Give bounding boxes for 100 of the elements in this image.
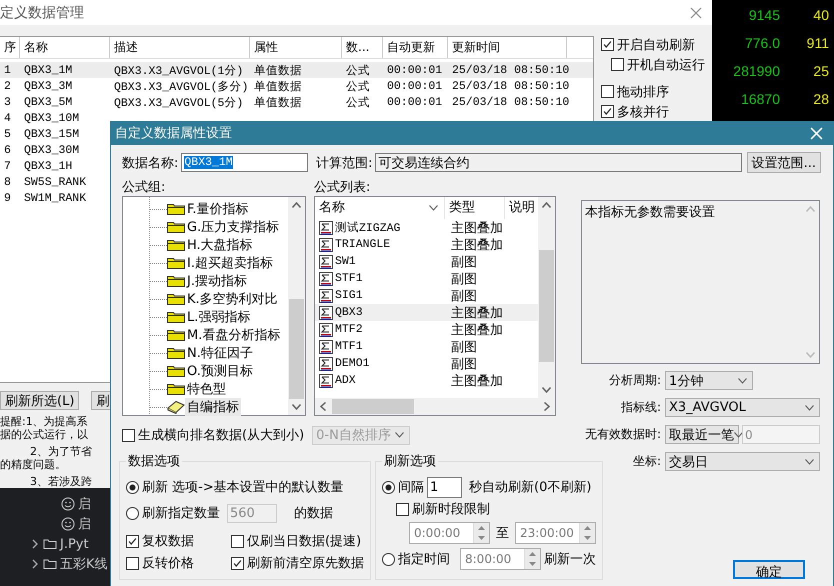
tree-item[interactable]: 五彩K线 xyxy=(60,555,108,573)
tree-item[interactable]: K.多空势利对比 xyxy=(185,290,280,308)
tree-item[interactable]: 特色型 xyxy=(185,380,228,398)
radio-button[interactable] xyxy=(382,480,395,494)
column-header[interactable]: 更新时间 xyxy=(448,37,567,58)
checkbox[interactable] xyxy=(231,534,244,548)
spin-down-icon[interactable] xyxy=(474,533,489,543)
formula-row[interactable]: DEMO1 副图 xyxy=(315,355,538,372)
tree-item[interactable]: 启 xyxy=(78,495,91,513)
spin-up-icon[interactable] xyxy=(525,549,540,559)
table-cell-text: 公式 xyxy=(345,96,371,110)
fallback-dropdown[interactable]: 取最近一笔 xyxy=(665,425,739,444)
folder-icon xyxy=(167,275,185,287)
folder-icon xyxy=(167,329,185,341)
checkbox[interactable] xyxy=(126,534,139,548)
table-cell-text: QBX3.X3_AVGVOL(1分) xyxy=(113,64,244,78)
refresh-button[interactable]: 刷新所选(L) xyxy=(0,391,80,410)
time-field[interactable]: 23:00:00 xyxy=(515,522,596,544)
option-label: 秒自动刷新(0不刷新) xyxy=(469,479,592,496)
tree-item[interactable]: H.大盘指标 xyxy=(185,236,255,254)
chevron-icon[interactable] xyxy=(30,539,40,549)
chevron-icon[interactable] xyxy=(30,559,40,569)
formula-row[interactable]: TRIANGLE 主图叠加 xyxy=(315,236,538,253)
tree-item[interactable]: I.超买超卖指标 xyxy=(185,254,275,272)
checkbox[interactable] xyxy=(611,58,624,71)
formula-row[interactable]: SIG1 副图 xyxy=(315,287,538,304)
spin-up-icon[interactable] xyxy=(580,523,595,533)
table-cell-text: 公式 xyxy=(345,64,371,78)
set-range-button[interactable]: 设置范围... xyxy=(746,152,821,173)
tree-item[interactable]: J.Pyt xyxy=(60,536,89,552)
table-cell-text: QBX3_3M xyxy=(23,80,74,92)
checkbox[interactable] xyxy=(601,38,614,51)
formula-type: 主图叠加 xyxy=(450,220,504,236)
field-label: 分析周期: xyxy=(608,372,661,389)
caret-icon xyxy=(738,378,747,384)
formula-row[interactable]: STF1 副图 xyxy=(315,270,538,287)
checkbox[interactable] xyxy=(231,556,244,570)
checkbox[interactable] xyxy=(126,556,139,570)
formula-row[interactable]: 测试ZIGZAG 主图叠加 xyxy=(315,219,538,236)
column-header[interactable]: 数... xyxy=(342,37,383,58)
table-cell-text: QBX3.X3_AVGVOL(多分) xyxy=(113,80,250,94)
formula-type: 副图 xyxy=(450,338,478,356)
radio-button[interactable] xyxy=(126,480,139,494)
tree-item[interactable]: F.量价指标 xyxy=(185,200,251,218)
formula-icon xyxy=(319,272,333,286)
tree-item[interactable]: L.强弱指标 xyxy=(185,308,252,326)
interval-field[interactable]: 1 xyxy=(427,476,462,498)
spin-down-icon[interactable] xyxy=(525,559,540,569)
scrollbar[interactable] xyxy=(315,398,555,415)
formula-row[interactable]: ADX 主图叠加 xyxy=(315,372,538,389)
checkbox[interactable] xyxy=(396,502,409,516)
setting-dropdown[interactable]: 交易日 xyxy=(665,452,820,471)
tree-item[interactable]: 启 xyxy=(78,515,91,533)
close-icon[interactable] xyxy=(690,6,702,18)
column-header[interactable]: 名称 xyxy=(315,197,445,219)
column-header[interactable]: 描述 xyxy=(110,37,250,58)
tree-item[interactable]: O.预测目标 xyxy=(185,362,255,380)
folder-icon xyxy=(43,537,57,551)
scrollbar[interactable] xyxy=(288,197,305,415)
smiley-icon xyxy=(61,517,75,531)
formula-row[interactable]: MTF2 主图叠加 xyxy=(315,321,538,338)
checkbox[interactable] xyxy=(601,105,614,118)
column-header[interactable]: 说明 xyxy=(505,197,535,219)
formula-row[interactable]: MTF1 副图 xyxy=(315,338,538,355)
radio-button[interactable] xyxy=(382,552,395,566)
formula-icon xyxy=(319,374,333,388)
formula-row[interactable]: QBX3 主图叠加 xyxy=(315,304,538,321)
tree-item[interactable]: M.看盘分析指标 xyxy=(185,326,282,344)
spin-down-icon[interactable] xyxy=(580,533,595,543)
column-header[interactable]: 自动更新 xyxy=(383,37,448,58)
setting-dropdown[interactable]: X3_AVGVOL xyxy=(665,398,820,417)
formula-name: SW1 xyxy=(335,255,356,268)
tree-item[interactable]: G.压力支撑指标 xyxy=(185,218,282,236)
column-header[interactable]: 名称 xyxy=(20,37,110,58)
column-header[interactable]: 属性 xyxy=(250,37,342,58)
tree-item[interactable]: J.摆动指标 xyxy=(185,272,249,290)
folder-icon xyxy=(43,557,57,571)
checkbox[interactable] xyxy=(601,85,614,98)
tree-item[interactable]: N.特征因子 xyxy=(185,344,255,362)
name-field[interactable]: QBX3_1M xyxy=(181,153,308,172)
period-dropdown[interactable]: 1分钟 xyxy=(665,371,753,390)
formula-type: 主图叠加 xyxy=(450,236,504,254)
option-label: 刷新 选项->基本设置中的默认数量 xyxy=(142,479,344,496)
column-header[interactable]: 类型 xyxy=(445,197,505,219)
time-field[interactable]: 8:00:00 xyxy=(460,548,541,570)
ok-button[interactable]: 确定 xyxy=(733,560,805,579)
folder-icon xyxy=(167,311,185,323)
time-field[interactable]: 0:00:00 xyxy=(409,522,490,544)
formula-row[interactable]: SW1 副图 xyxy=(315,253,538,270)
spin-up-icon[interactable] xyxy=(474,523,489,533)
formula-icon xyxy=(319,254,333,268)
formula-name: 测试ZIGZAG xyxy=(335,220,400,235)
radio-button[interactable] xyxy=(126,506,139,520)
table-cell-text: 25/03/18 08:50:10 xyxy=(451,96,567,108)
field-label: 坐标: xyxy=(632,453,661,470)
scrollbar[interactable] xyxy=(538,197,555,398)
tree-item[interactable]: 自编指标 xyxy=(185,398,241,416)
column-header[interactable]: 序 xyxy=(0,37,20,58)
formula-icon xyxy=(319,322,333,336)
formula-name: MTF2 xyxy=(335,323,363,336)
